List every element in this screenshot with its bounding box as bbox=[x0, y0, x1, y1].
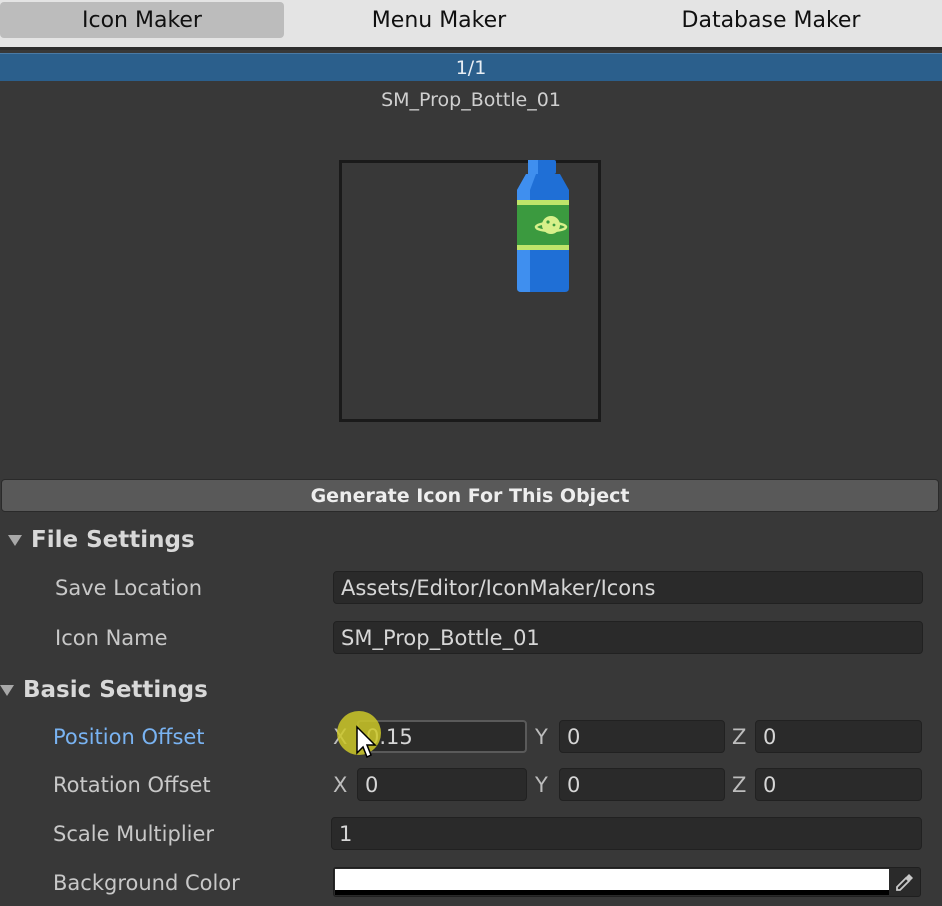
generate-icon-button[interactable]: Generate Icon For This Object bbox=[1, 479, 939, 512]
basic-settings-header[interactable]: Basic Settings bbox=[0, 677, 208, 703]
background-color-label: Background Color bbox=[53, 871, 240, 895]
mouse-pointer-icon bbox=[356, 725, 377, 759]
scale-multiplier-label: Scale Multiplier bbox=[53, 822, 215, 846]
object-name-label: SM_Prop_Bottle_01 bbox=[381, 89, 561, 111]
icon-maker-window: Icon Maker Menu Maker Database Maker 1/1… bbox=[0, 0, 942, 906]
tab-bar: Icon Maker Menu Maker Database Maker bbox=[0, 0, 942, 50]
rotation-y-axis-label[interactable]: Y bbox=[535, 773, 548, 797]
object-counter: 1/1 bbox=[0, 53, 942, 81]
rotation-x-axis-label[interactable]: X bbox=[333, 773, 347, 797]
icon-name-label: Icon Name bbox=[55, 626, 168, 650]
position-offset-label: Position Offset bbox=[53, 725, 205, 749]
icon-name-field[interactable]: SM_Prop_Bottle_01 bbox=[333, 621, 923, 654]
tab-menu-maker[interactable]: Menu Maker bbox=[292, 2, 586, 38]
background-color-swatch[interactable] bbox=[335, 869, 889, 890]
rotation-y-field[interactable]: 0 bbox=[559, 768, 725, 801]
eyedropper-icon[interactable] bbox=[892, 871, 916, 893]
bottle-preview-icon bbox=[517, 160, 569, 292]
save-location-field[interactable]: Assets/Editor/IconMaker/Icons bbox=[333, 571, 923, 604]
position-y-field[interactable]: 0 bbox=[559, 720, 725, 753]
foldout-triangle-icon bbox=[8, 534, 22, 546]
background-color-field[interactable] bbox=[333, 867, 921, 897]
tab-database-maker[interactable]: Database Maker bbox=[600, 2, 942, 38]
file-settings-title: File Settings bbox=[31, 527, 195, 553]
scale-multiplier-field[interactable]: 1 bbox=[331, 817, 922, 850]
position-x-field[interactable]: 0.15 bbox=[357, 720, 527, 753]
rotation-z-field[interactable]: 0 bbox=[755, 768, 922, 801]
save-location-label: Save Location bbox=[55, 576, 203, 600]
basic-settings-title: Basic Settings bbox=[23, 677, 208, 703]
file-settings-header[interactable]: File Settings bbox=[8, 527, 195, 553]
rotation-z-axis-label[interactable]: Z bbox=[732, 773, 746, 797]
foldout-triangle-icon bbox=[0, 684, 14, 696]
rotation-x-field[interactable]: 0 bbox=[357, 768, 527, 801]
position-z-field[interactable]: 0 bbox=[755, 720, 922, 753]
alpha-bar bbox=[335, 890, 889, 895]
tab-icon-maker[interactable]: Icon Maker bbox=[0, 2, 284, 38]
rotation-offset-label: Rotation Offset bbox=[53, 773, 211, 797]
position-y-axis-label[interactable]: Y bbox=[535, 725, 548, 749]
position-z-axis-label[interactable]: Z bbox=[732, 725, 746, 749]
